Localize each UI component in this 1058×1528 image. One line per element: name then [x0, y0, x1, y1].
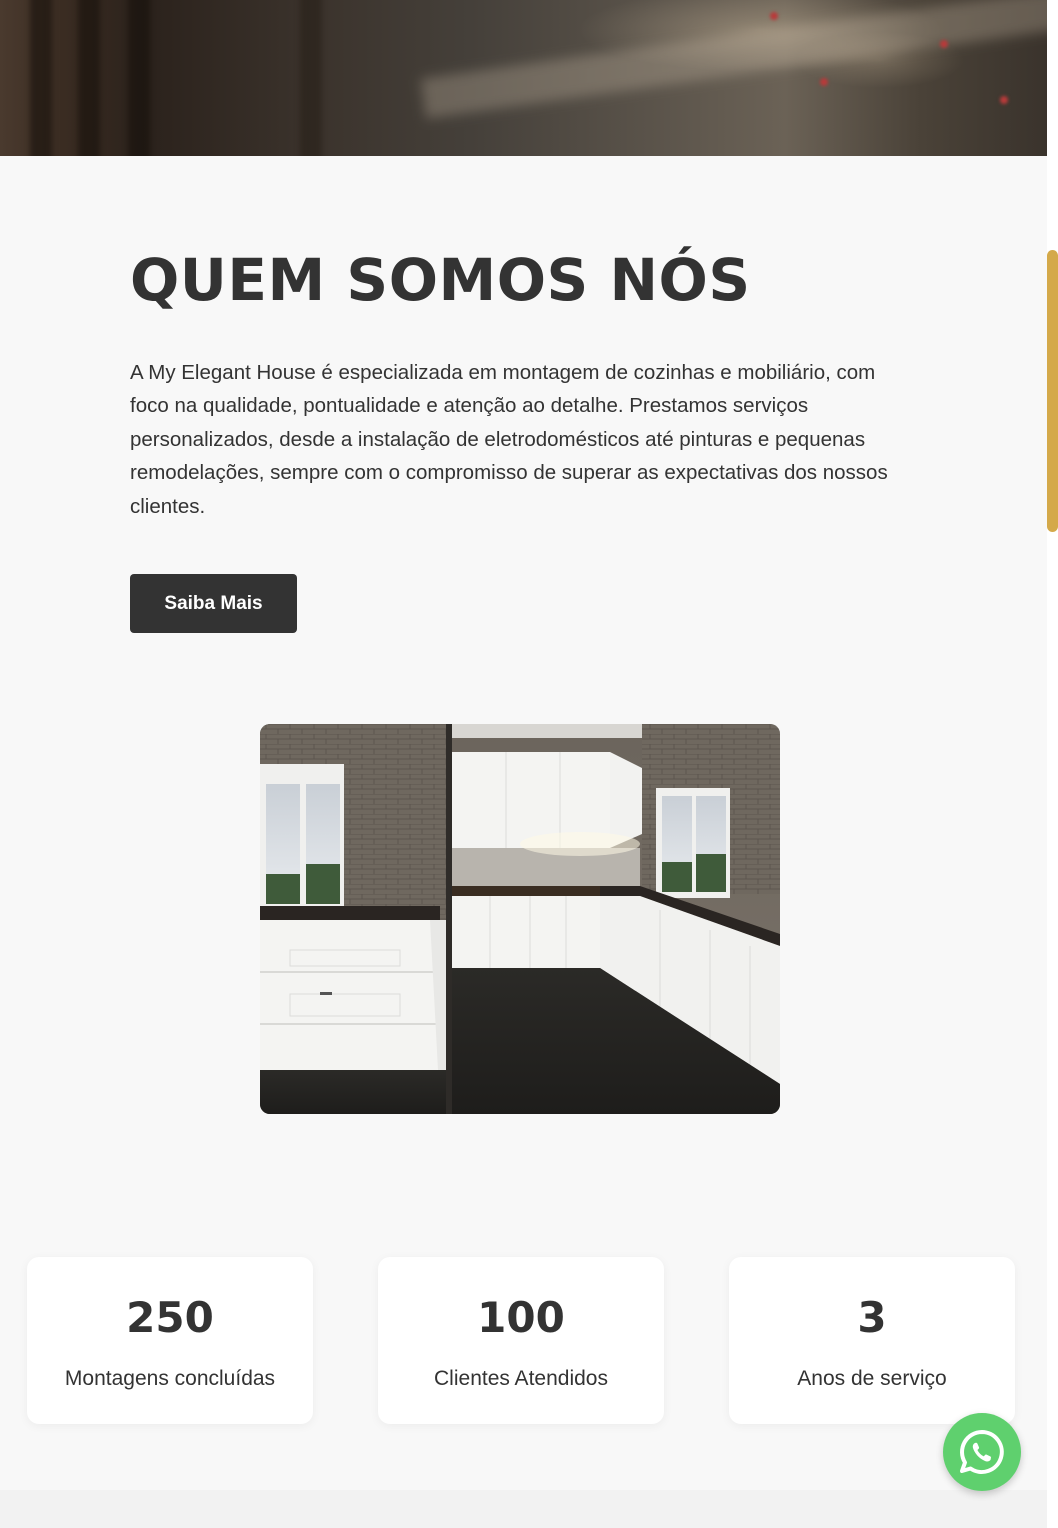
stat-label: Clientes Atendidos: [434, 1367, 608, 1390]
stat-number: 250: [126, 1293, 214, 1342]
kitchen-photo: [260, 724, 780, 1114]
learn-more-button[interactable]: Saiba Mais: [130, 574, 297, 633]
stat-label: Montagens concluídas: [64, 1367, 276, 1390]
stat-card-clients: 100 Clientes Atendidos: [378, 1257, 664, 1424]
kitchen-photo-illustration: [260, 724, 780, 1114]
about-description: A My Elegant House é especializada em mo…: [130, 361, 888, 518]
stat-card-years: 3 Anos de serviço: [729, 1257, 1015, 1424]
hero-background-image: [0, 0, 1047, 156]
whatsapp-button[interactable]: [943, 1413, 1021, 1491]
scrollbar-thumb[interactable]: [1047, 250, 1058, 532]
scrollbar-track[interactable]: [1047, 0, 1058, 1528]
whatsapp-icon: [960, 1430, 1004, 1474]
section-title: QUEM SOMOS NÓS: [130, 246, 751, 314]
stat-number: 100: [477, 1293, 565, 1342]
next-section-edge: [0, 1490, 1047, 1528]
stat-card-assemblies: 250 Montagens concluídas: [27, 1257, 313, 1424]
stat-number: 3: [857, 1293, 887, 1342]
stat-label: Anos de serviço: [797, 1367, 947, 1390]
